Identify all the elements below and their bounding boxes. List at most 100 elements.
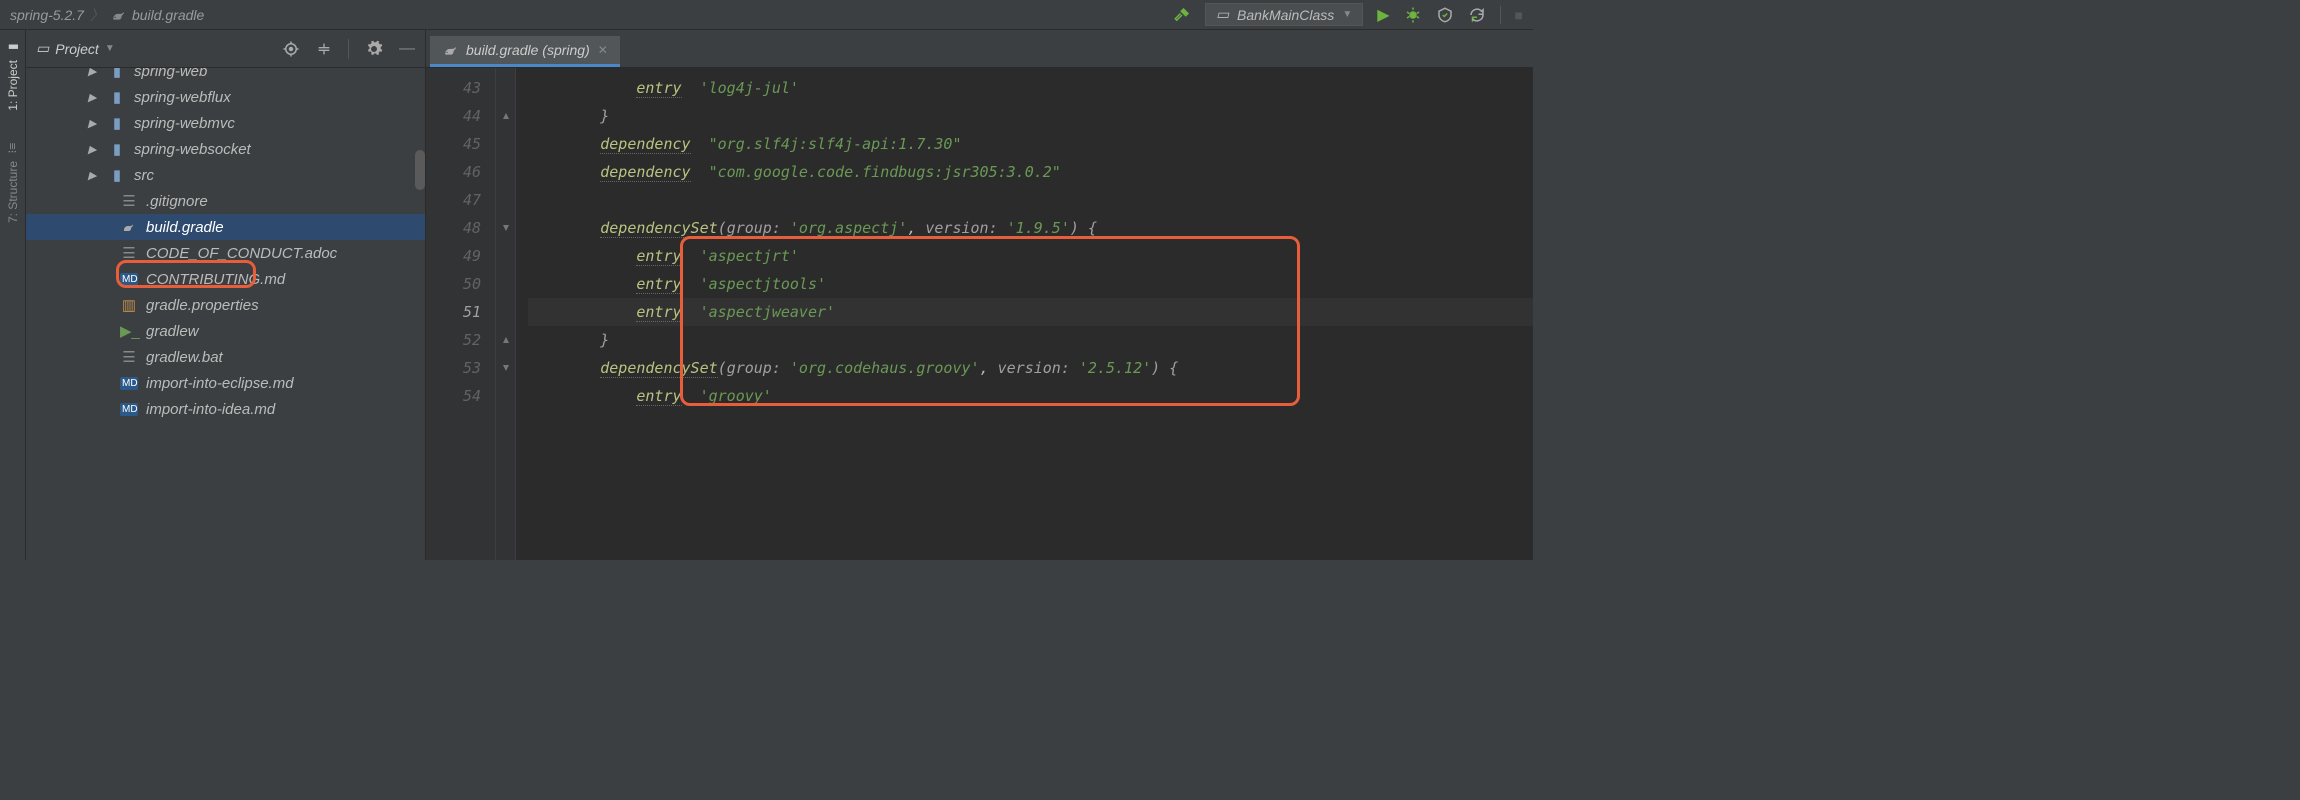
fold-marker: [496, 186, 515, 214]
build-icon[interactable]: [1173, 6, 1191, 24]
project-panel: ▭ Project ▼ — ▶▮spring-web▶▮spring-: [26, 30, 426, 560]
tree-item-label: spring-webmvc: [134, 115, 235, 132]
fold-marker: [496, 298, 515, 326]
code-line[interactable]: }: [528, 326, 1533, 354]
expand-arrow-icon[interactable]: ▶: [88, 68, 96, 78]
fold-gutter[interactable]: [496, 68, 516, 560]
properties-icon: ▥: [120, 296, 138, 314]
code-line[interactable]: }: [528, 102, 1533, 130]
top-toolbar: spring-5.2.7 〉 build.gradle ▭ BankMainCl…: [0, 0, 1533, 30]
line-number[interactable]: 52: [426, 326, 481, 354]
code-line[interactable]: dependency "org.slf4j:slf4j-api:1.7.30": [528, 130, 1533, 158]
fold-marker[interactable]: [496, 214, 515, 242]
line-number[interactable]: 49: [426, 242, 481, 270]
tree-item-label: gradlew: [146, 323, 199, 340]
debug-icon[interactable]: [1404, 6, 1422, 24]
fold-marker[interactable]: [496, 354, 515, 382]
line-number[interactable]: 45: [426, 130, 481, 158]
line-number[interactable]: 43: [426, 74, 481, 102]
tree-item-label: import-into-idea.md: [146, 401, 275, 418]
tree-item[interactable]: ▶▮src: [26, 162, 425, 188]
run-config-selector[interactable]: ▭ BankMainClass ▼: [1205, 3, 1363, 26]
run-toolbar: ▭ BankMainClass ▼ ▶ ■: [1173, 3, 1523, 26]
breadcrumb: spring-5.2.7 〉 build.gradle: [10, 5, 204, 25]
markdown-icon: MD: [120, 273, 138, 286]
gradle-icon: [442, 43, 458, 57]
code-line[interactable]: dependencySet(group: 'org.codehaus.groov…: [528, 354, 1533, 382]
code-line[interactable]: [528, 186, 1533, 214]
breadcrumb-file[interactable]: build.gradle: [132, 7, 204, 23]
collapse-icon[interactable]: [316, 41, 332, 57]
rail-tab-project[interactable]: 1: Project ▮: [6, 40, 20, 111]
expand-arrow-icon[interactable]: ▶: [88, 117, 96, 130]
code-line[interactable]: entry 'log4j-jul': [528, 74, 1533, 102]
fold-marker: [496, 74, 515, 102]
tree-item[interactable]: ☰.gitignore: [26, 188, 425, 214]
run-config-icon: ▭: [1216, 6, 1229, 23]
tree-item[interactable]: ▶▮spring-webflux: [26, 84, 425, 110]
tree-item-label: CODE_OF_CONDUCT.adoc: [146, 245, 337, 262]
tree-item[interactable]: MD import-into-idea.md: [26, 396, 425, 422]
tree-item[interactable]: ▶▮spring-websocket: [26, 136, 425, 162]
line-number[interactable]: 47: [426, 186, 481, 214]
stop-icon[interactable]: ■: [1515, 7, 1523, 23]
code-content[interactable]: entry 'log4j-jul' } dependency "org.slf4…: [516, 68, 1533, 560]
tree-item[interactable]: ☰gradlew.bat: [26, 344, 425, 370]
code-line[interactable]: entry 'aspectjtools': [528, 270, 1533, 298]
code-line[interactable]: dependency "com.google.code.findbugs:jsr…: [528, 158, 1533, 186]
line-number[interactable]: 44: [426, 102, 481, 130]
code-line[interactable]: dependencySet(group: 'org.aspectj', vers…: [528, 214, 1533, 242]
editor-tab-label: build.gradle (spring): [466, 42, 590, 58]
code-line[interactable]: entry 'groovy': [528, 382, 1533, 410]
line-number[interactable]: 46: [426, 158, 481, 186]
editor-tab-build-gradle[interactable]: build.gradle (spring) ✕: [430, 36, 620, 67]
tree-item[interactable]: ▥gradle.properties: [26, 292, 425, 318]
line-number[interactable]: 50: [426, 270, 481, 298]
line-number[interactable]: 54: [426, 382, 481, 410]
code-line[interactable]: entry 'aspectjrt': [528, 242, 1533, 270]
project-title[interactable]: ▭ Project ▼: [36, 40, 115, 57]
tree-item[interactable]: MDimport-into-eclipse.md: [26, 370, 425, 396]
coverage-icon[interactable]: [1436, 6, 1454, 24]
run-config-name: BankMainClass: [1237, 7, 1334, 23]
gear-icon[interactable]: [365, 40, 383, 58]
run-icon[interactable]: ▶: [1377, 5, 1389, 25]
breadcrumb-separator: 〉: [90, 5, 104, 25]
tree-item[interactable]: ▶▮spring-web: [26, 68, 425, 84]
rail-tab-structure-label: 7: Structure: [6, 161, 20, 223]
tree-item-label: gradlew.bat: [146, 349, 223, 366]
expand-arrow-icon[interactable]: ▶: [88, 143, 96, 156]
tree-item[interactable]: ▶▮spring-webmvc: [26, 110, 425, 136]
tree-item-label: spring-webflux: [134, 89, 231, 106]
markdown-icon: MD: [120, 403, 138, 416]
locate-icon[interactable]: [282, 40, 300, 58]
line-gutter[interactable]: 434445464748495051525354: [426, 68, 496, 560]
fold-marker[interactable]: [496, 326, 515, 354]
code-line[interactable]: entry 'aspectjweaver': [528, 298, 1533, 326]
tree-item[interactable]: ☰CODE_OF_CONDUCT.adoc: [26, 240, 425, 266]
expand-arrow-icon[interactable]: ▶: [88, 169, 96, 182]
tree-item[interactable]: MDCONTRIBUTING.md: [26, 266, 425, 292]
left-tool-rail: 1: Project ▮ 7: Structure ⁝≡: [0, 30, 26, 560]
tree-item[interactable]: build.gradle: [26, 214, 425, 240]
close-icon[interactable]: ✕: [598, 43, 608, 57]
scrollbar-thumb[interactable]: [415, 150, 425, 190]
script-icon: ▶_: [120, 322, 138, 340]
line-number[interactable]: 51: [426, 298, 481, 326]
module-folder-icon: ▮: [108, 140, 126, 158]
reload-icon[interactable]: [1468, 6, 1486, 24]
minimize-icon[interactable]: —: [399, 40, 415, 58]
tree-item[interactable]: ▶_ gradlew: [26, 318, 425, 344]
expand-arrow-icon[interactable]: ▶: [88, 91, 96, 104]
fold-marker[interactable]: [496, 102, 515, 130]
project-tree[interactable]: ▶▮spring-web▶▮spring-webflux▶▮spring-web…: [26, 68, 425, 422]
header-divider: [348, 39, 349, 59]
tree-item-label: build.gradle: [146, 219, 224, 236]
line-number[interactable]: 53: [426, 354, 481, 382]
main-layout: 1: Project ▮ 7: Structure ⁝≡ ▭ Project ▼: [0, 30, 1533, 560]
line-number[interactable]: 48: [426, 214, 481, 242]
breadcrumb-project[interactable]: spring-5.2.7: [10, 7, 84, 23]
markdown-icon: MD: [120, 377, 138, 390]
rail-tab-structure[interactable]: 7: Structure ⁝≡: [6, 141, 20, 223]
folder-icon: ▮: [108, 166, 126, 184]
